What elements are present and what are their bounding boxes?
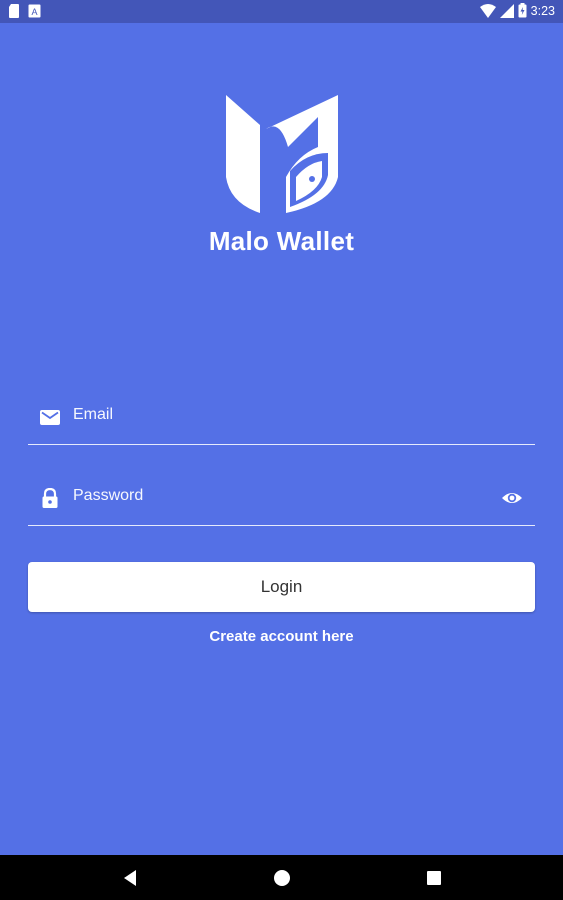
password-field[interactable] (28, 481, 535, 526)
svg-text:A: A (31, 7, 37, 17)
back-icon[interactable] (119, 867, 141, 889)
status-bar: A 3:23 (0, 0, 563, 23)
recents-icon[interactable] (423, 867, 445, 889)
login-button[interactable]: Login (28, 562, 535, 612)
home-icon[interactable] (271, 867, 293, 889)
email-field[interactable] (28, 400, 535, 445)
email-input[interactable] (73, 402, 493, 428)
eye-icon[interactable] (501, 487, 523, 509)
wifi-icon (479, 3, 496, 18)
app-notification-icon: A (28, 4, 41, 18)
battery-icon (518, 3, 527, 18)
login-screen: Malo Wallet Login Create account here (0, 23, 563, 855)
malo-wallet-logo (226, 95, 338, 213)
app-title: Malo Wallet (208, 226, 355, 256)
signal-icon (499, 3, 514, 18)
lock-icon (42, 488, 58, 508)
password-input[interactable] (73, 483, 493, 509)
sd-card-icon (9, 4, 19, 18)
mail-icon (40, 410, 60, 425)
status-time: 3:23 (530, 3, 555, 18)
status-notifications: A (8, 4, 41, 18)
create-account-link[interactable]: Create account here (0, 628, 563, 645)
system-nav-bar (0, 855, 563, 900)
status-indicators: 3:23 (479, 3, 555, 18)
